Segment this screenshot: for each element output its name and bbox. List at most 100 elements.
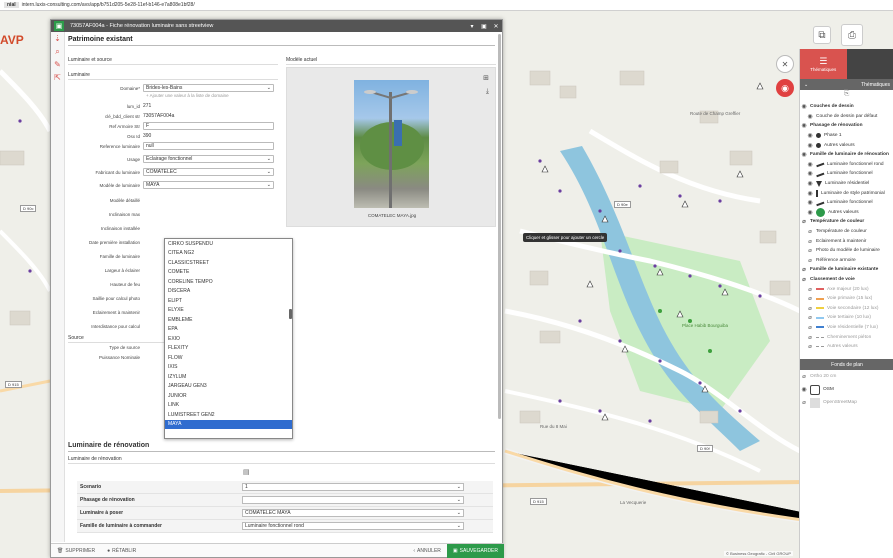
expand-icon[interactable]: ⊞ <box>483 74 489 82</box>
layer-item[interactable]: ⌀ Voie résidentielle (7 lux) <box>800 323 893 333</box>
eye-off-icon[interactable]: ⌀ <box>800 276 808 283</box>
eye-off-icon[interactable]: ⌀ <box>806 343 814 350</box>
eye-off-icon[interactable]: ⌀ <box>806 314 814 321</box>
eye-off-icon[interactable]: ⌀ <box>806 324 814 331</box>
layer-item[interactable]: ⌀ Voie primaire (15 lux) <box>800 294 893 304</box>
modele-select[interactable]: MAYA ⌄ <box>143 181 274 189</box>
dropdown-option[interactable]: CORELINE TEMPO <box>165 277 292 287</box>
dropdown-option[interactable]: CLASSICSTREET <box>165 258 292 268</box>
dropdown-option[interactable]: IXIS <box>165 363 292 373</box>
layer-item[interactable]: ⌀ Température de couleur <box>800 227 893 237</box>
phasage-select[interactable]: ⌄ <box>242 496 464 504</box>
dropdown-option[interactable]: FLOW <box>165 353 292 363</box>
eye-icon[interactable]: ◉ <box>806 190 814 197</box>
panel-section-header[interactable]: ⌄ Thématiques <box>800 79 893 90</box>
print-icon[interactable]: ⎙ <box>841 24 863 46</box>
eye-icon[interactable]: ◉ <box>806 161 814 168</box>
dropdown-option[interactable]: ELYXE <box>165 306 292 316</box>
layer-item[interactable]: ⌀ Température de couleur <box>800 217 893 227</box>
eye-off-icon[interactable]: ⌀ <box>806 334 814 341</box>
eye-off-icon[interactable]: ⌀ <box>800 218 808 225</box>
browser-url-bar[interactable]: nial intern.luxis-consulting.com/avs/app… <box>0 0 893 11</box>
dropdown-option[interactable]: EMBLEME <box>165 315 292 325</box>
eye-off-icon[interactable]: ⌀ <box>806 247 814 254</box>
modele-dropdown-list[interactable]: CIRKO SUSPENDU CITEA NG2 CLASSICSTREET C… <box>164 238 293 439</box>
layer-item[interactable]: ⌀ Autres valeurs <box>800 342 893 352</box>
layer-item[interactable]: ⌀ Voie tertiaire (10 lux) <box>800 313 893 323</box>
layer-item[interactable]: ⌀ Classement de voie <box>800 275 893 285</box>
close-icon[interactable]: ✕ <box>490 23 502 30</box>
eye-icon[interactable]: ◉ <box>806 132 814 139</box>
measure-tool-icon[interactable]: ✕ <box>776 55 794 73</box>
layer-item[interactable]: ◉ Autres valeurs <box>800 140 893 150</box>
dropdown-option[interactable]: JARGEAU GEN3 <box>165 382 292 392</box>
eye-icon[interactable]: ◉ <box>800 103 808 110</box>
layer-item[interactable]: ◉ Luminaire fonctionnel <box>800 169 893 179</box>
tab-thematiques[interactable]: ☰ Thématiques <box>800 49 847 79</box>
reference-luminaire-input[interactable]: null <box>143 142 274 150</box>
filter-icon[interactable]: ⎘ <box>800 90 893 102</box>
dropdown-option-selected[interactable]: MAYA <box>165 419 292 429</box>
dropdown-option[interactable]: EXIO <box>165 334 292 344</box>
layer-item[interactable]: ◉ Famille de luminaire de rénovation <box>800 150 893 160</box>
scenario-select[interactable]: 1 ⌄ <box>242 483 464 491</box>
famille-commander-select[interactable]: Luminaire fonctionnel rond ⌄ <box>242 522 464 530</box>
layer-item[interactable]: ⌀ Photo du modèle de luminaire <box>800 246 893 256</box>
dropdown-option[interactable]: DISCERA <box>165 287 292 297</box>
layer-item[interactable]: ⌀ Axe majeur (20 lux) <box>800 284 893 294</box>
domaine-select[interactable]: Brides-les-Bains ⌄ <box>143 84 274 92</box>
eye-off-icon[interactable]: ⌀ <box>806 286 814 293</box>
save-button[interactable]: ▣ SAUVEGARDER <box>446 543 504 558</box>
eye-off-icon[interactable]: ⌀ <box>800 266 808 273</box>
dropdown-option[interactable]: ELIPT <box>165 296 292 306</box>
dropdown-option[interactable]: LINK <box>165 401 292 411</box>
dropdown-option[interactable]: JUNIOR <box>165 391 292 401</box>
draw-circle-tool-icon[interactable]: ◉ <box>776 79 794 97</box>
dropdown-option[interactable]: IZYLUM <box>165 372 292 382</box>
layer-item[interactable]: ◉ Luminaire de style patrimonial <box>800 188 893 198</box>
external-link-icon[interactable]: ⇱ <box>51 71 64 84</box>
pin-icon[interactable]: ⇣ <box>51 32 64 45</box>
eye-off-icon[interactable]: ⌀ <box>806 238 814 245</box>
pencil-icon[interactable]: ✎ <box>51 58 64 71</box>
layers-icon[interactable]: ⧉ <box>813 26 831 44</box>
eye-off-icon[interactable]: ⌀ <box>806 305 814 312</box>
cancel-button[interactable]: ‹ ANNULER <box>407 544 447 558</box>
dropdown-scrollbar[interactable] <box>289 309 292 319</box>
delete-button[interactable]: 🗑 SUPPRIMER <box>51 544 101 558</box>
layer-item[interactable]: ⌀ Cheminement piéton <box>800 332 893 342</box>
layer-item[interactable]: ⌀ Eclairement à maintenir <box>800 236 893 246</box>
restore-button[interactable]: ● RÉTABLIR <box>101 544 142 558</box>
eye-off-icon[interactable]: ⌀ <box>806 228 814 235</box>
layer-item[interactable]: ⌀ Voie secondaire (12 lux) <box>800 303 893 313</box>
dropdown-option[interactable]: FLEXITY <box>165 344 292 354</box>
eye-icon[interactable]: ◉ <box>800 122 808 129</box>
eye-icon[interactable]: ◉ <box>806 113 814 120</box>
eye-off-icon[interactable]: ⌀ <box>806 257 814 264</box>
dropdown-option[interactable]: CITEA NG2 <box>165 249 292 259</box>
dropdown-option[interactable]: LUMISTREET GEN2 <box>165 410 292 420</box>
collapse-icon[interactable]: ▾ <box>466 23 478 30</box>
eye-off-icon[interactable]: ⌀ <box>806 295 814 302</box>
layer-item[interactable]: ◉ Luminaire fonctionnel <box>800 198 893 208</box>
layer-item[interactable]: ◉ Phasage de rénovation <box>800 121 893 131</box>
eye-icon[interactable]: ◉ <box>800 151 808 158</box>
layer-item[interactable]: ⌀ Référence armoire <box>800 256 893 266</box>
eye-icon[interactable]: ◉ <box>806 209 814 216</box>
eye-icon[interactable]: ◉ <box>806 180 814 187</box>
layer-item[interactable]: ◉ Autres valeurs <box>800 207 893 218</box>
tab-other[interactable] <box>847 49 893 79</box>
basemap-item[interactable]: ◉ OSM <box>800 383 893 396</box>
dropdown-option[interactable]: EPA <box>165 325 292 335</box>
ref-armoire-input[interactable]: F <box>143 122 274 130</box>
luminaire-photo[interactable] <box>354 80 429 208</box>
fabricant-select[interactable]: COMATELEC ⌄ <box>143 168 274 176</box>
basemap-item[interactable]: ⌀ OpenStreetMap <box>800 396 893 409</box>
layer-item[interactable]: ◉ Luminaire fonctionnel rond <box>800 160 893 170</box>
layer-item[interactable]: ◉ Luminaire résidentiel <box>800 179 893 189</box>
search-icon[interactable]: ⌕ <box>51 45 64 58</box>
dropdown-option[interactable]: COMETE <box>165 268 292 278</box>
luminaire-poser-select[interactable]: COMATELEC MAYA ⌄ <box>242 509 464 517</box>
dropdown-option[interactable]: CIRKO SUSPENDU <box>165 239 292 249</box>
modal-scrollbar[interactable] <box>498 34 501 419</box>
